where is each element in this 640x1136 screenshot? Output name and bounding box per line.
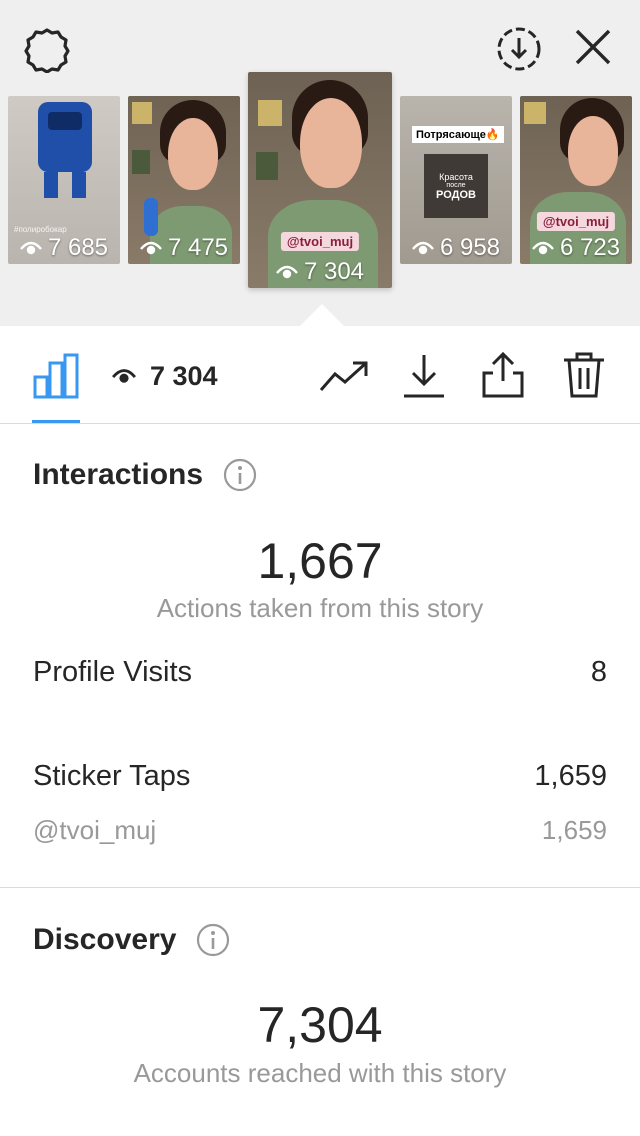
selected-pointer — [300, 304, 344, 326]
story-thumbnail[interactable]: Потрясающе🔥 Красота после РОДОВ 6 958 — [400, 96, 512, 264]
eye-icon — [20, 241, 42, 255]
mention-sticker: @tvoi_muj — [280, 232, 360, 251]
discovery-caption: Accounts reached with this story — [133, 1058, 507, 1088]
story-strip: #полиробокар 7 685 7 475 @tvoi_muj 7 304… — [0, 0, 640, 326]
sticker-taps-row: Sticker Taps 1,659 — [33, 760, 607, 793]
story-views: 7 685 — [8, 234, 120, 262]
save-story-icon[interactable] — [494, 24, 544, 74]
discovery-total: 7,304 — [257, 997, 383, 1053]
story-thumbnail[interactable]: #полиробокар 7 685 — [8, 96, 120, 264]
download-icon[interactable] — [400, 352, 448, 400]
story-views: 6 958 — [400, 234, 512, 262]
settings-gear-icon[interactable] — [22, 24, 72, 74]
active-tab-indicator — [32, 420, 80, 423]
story-thumbnail[interactable]: 7 475 — [128, 96, 240, 264]
story-views: 7 304 — [248, 258, 392, 286]
delete-trash-icon[interactable] — [560, 350, 608, 400]
story-toolbar: 7 304 — [0, 326, 640, 424]
insights-chart-icon[interactable] — [30, 350, 82, 400]
interactions-title: Interactions — [33, 458, 204, 491]
interactions-section-title: Interactions — [33, 458, 257, 492]
section-divider — [0, 887, 640, 888]
eye-icon — [276, 265, 298, 279]
promote-trend-icon[interactable] — [318, 356, 370, 396]
story-title-line: Красота — [439, 171, 473, 182]
profile-visits-label: Profile Visits — [33, 656, 193, 688]
views-count-value: 7 304 — [150, 360, 218, 391]
sticker-handle-row: @tvoi_muj 1,659 — [33, 815, 607, 846]
info-icon[interactable] — [196, 923, 230, 957]
story-thumbnail-selected[interactable]: @tvoi_muj 7 304 — [248, 72, 392, 288]
discovery-section-title: Discovery — [33, 923, 230, 957]
info-icon[interactable] — [223, 458, 257, 492]
close-icon[interactable] — [570, 24, 616, 70]
story-thumbnail[interactable]: @tvoi_muj 6 723 — [520, 96, 632, 264]
story-views: 6 723 — [520, 234, 632, 262]
sticker-taps-value: 1,659 — [534, 760, 607, 792]
interactions-total: 1,667 — [257, 533, 383, 589]
share-icon[interactable] — [478, 350, 528, 400]
discovery-title: Discovery — [33, 923, 177, 956]
story-title-line: РОДОВ — [436, 188, 476, 201]
story-badge: Потрясающе🔥 — [412, 126, 504, 143]
eye-icon — [140, 241, 162, 255]
sticker-handle-label: @tvoi_muj — [33, 815, 157, 845]
profile-visits-row: Profile Visits 8 — [33, 656, 607, 689]
mention-sticker: @tvoi_muj — [536, 212, 616, 231]
views-count: 7 304 — [112, 360, 218, 392]
interactions-caption: Actions taken from this story — [156, 593, 484, 623]
story-caption: #полиробокар — [14, 225, 67, 234]
eye-icon — [532, 241, 554, 255]
story-title-line: после — [446, 181, 466, 189]
eye-icon — [412, 241, 434, 255]
profile-visits-value: 8 — [590, 656, 607, 688]
sticker-handle-value: 1,659 — [541, 815, 607, 845]
sticker-taps-label: Sticker Taps — [33, 760, 191, 792]
eye-icon — [112, 369, 136, 383]
story-views: 7 475 — [128, 234, 240, 262]
story-thumbnails: #полиробокар 7 685 7 475 @tvoi_muj 7 304… — [0, 72, 640, 292]
